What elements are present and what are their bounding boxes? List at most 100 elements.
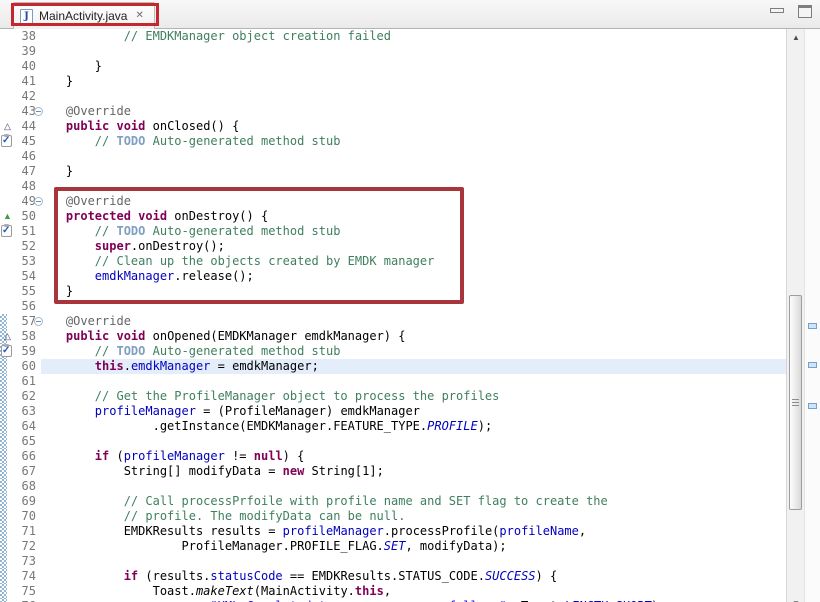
code-line[interactable]: 41 } <box>0 74 786 89</box>
code-line[interactable]: 38 // EMDKManager object creation failed <box>0 29 786 44</box>
occurrence-marker[interactable] <box>808 403 817 409</box>
line-number[interactable]: 43 <box>0 104 36 119</box>
line-number[interactable]: 59 <box>0 344 36 359</box>
code-line[interactable]: 61 <box>0 374 786 389</box>
code-text: profileManager = (ProfileManager) emdkMa… <box>37 404 420 419</box>
code-line[interactable]: 47 } <box>0 164 786 179</box>
line-number[interactable]: 70 <box>0 509 36 524</box>
code-line[interactable]: 74 if (results.statusCode == EMDKResults… <box>0 569 786 584</box>
line-number[interactable]: 41 <box>0 74 36 89</box>
code-text: @Override <box>37 314 131 329</box>
line-number[interactable]: 75 <box>0 584 36 599</box>
code-line[interactable]: △58 public void onOpened(EMDKManager emd… <box>0 329 786 344</box>
code-line[interactable]: 64 .getInstance(EMDKManager.FEATURE_TYPE… <box>0 419 786 434</box>
code-line[interactable]: ▲50 protected void onDestroy() { <box>0 209 786 224</box>
code-line[interactable]: ✓45 // TODO Auto-generated method stub <box>0 134 786 149</box>
overview-ruler[interactable] <box>804 29 820 602</box>
code-line[interactable]: 60 this.emdkManager = emdkManager; <box>0 359 786 374</box>
code-line[interactable]: 49 @Override <box>0 194 786 209</box>
code-line[interactable]: 46 <box>0 149 786 164</box>
line-number[interactable]: 47 <box>0 164 36 179</box>
code-line[interactable]: △44 public void onClosed() { <box>0 119 786 134</box>
code-rows: 38 // EMDKManager object creation failed… <box>0 29 786 602</box>
code-line[interactable]: 43 @Override <box>0 104 786 119</box>
occurrence-marker[interactable] <box>808 323 817 329</box>
line-number[interactable]: 58 <box>0 329 36 344</box>
line-number[interactable]: 57 <box>0 314 36 329</box>
code-line[interactable]: 62 // Get the ProfileManager object to p… <box>0 389 786 404</box>
line-number[interactable]: 60 <box>0 359 36 374</box>
line-number[interactable]: 52 <box>0 239 36 254</box>
code-text: } <box>37 164 73 179</box>
editor-tab-bar: J MainActivity.java ✕ <box>0 0 820 29</box>
scroll-down-button[interactable]: ▼ <box>787 595 805 602</box>
scrollbar-thumb[interactable] <box>789 295 802 510</box>
line-number[interactable]: 48 <box>0 179 36 194</box>
code-line[interactable]: 57 @Override <box>0 314 786 329</box>
line-number[interactable]: 73 <box>0 554 36 569</box>
line-number[interactable]: 69 <box>0 494 36 509</box>
line-number[interactable]: 50 <box>0 209 36 224</box>
code-text: // TODO Auto-generated method stub <box>37 344 340 359</box>
line-number[interactable]: 46 <box>0 149 36 164</box>
line-number[interactable]: 51 <box>0 224 36 239</box>
line-number[interactable]: 65 <box>0 434 36 449</box>
line-number[interactable]: 56 <box>0 299 36 314</box>
code-line[interactable]: 42 <box>0 89 786 104</box>
code-line[interactable]: 66 if (profileManager != null) { <box>0 449 786 464</box>
code-line[interactable]: 39 <box>0 44 786 59</box>
line-number[interactable]: 66 <box>0 449 36 464</box>
line-number[interactable]: 55 <box>0 284 36 299</box>
code-line[interactable]: 63 profileManager = (ProfileManager) emd… <box>0 404 786 419</box>
line-number[interactable]: 54 <box>0 269 36 284</box>
code-line[interactable]: 69 // Call processPrfoile with profile n… <box>0 494 786 509</box>
scroll-up-button[interactable]: ▲ <box>787 29 805 46</box>
code-line[interactable]: 71 EMDKResults results = profileManager.… <box>0 524 786 539</box>
code-line[interactable]: 70 // profile. The modifyData can be nul… <box>0 509 786 524</box>
tab-close-icon[interactable]: ✕ <box>133 10 145 22</box>
line-number[interactable]: 40 <box>0 59 36 74</box>
code-text: this.emdkManager = emdkManager; <box>37 359 319 374</box>
tab-mainactivity-java[interactable]: J MainActivity.java ✕ <box>13 2 155 29</box>
line-number[interactable]: 49 <box>0 194 36 209</box>
line-number[interactable]: 67 <box>0 464 36 479</box>
line-number[interactable]: 74 <box>0 569 36 584</box>
line-number[interactable]: 45 <box>0 134 36 149</box>
minimize-button[interactable] <box>770 8 784 13</box>
code-line[interactable]: 75 Toast.makeText(MainActivity.this, <box>0 584 786 599</box>
code-line[interactable]: 72 ProfileManager.PROFILE_FLAG.SET, modi… <box>0 539 786 554</box>
code-line[interactable]: 67 String[] modifyData = new String[1]; <box>0 464 786 479</box>
line-number[interactable]: 71 <box>0 524 36 539</box>
line-number[interactable]: 61 <box>0 374 36 389</box>
code-line[interactable]: 73 <box>0 554 786 569</box>
line-number[interactable]: 42 <box>0 89 36 104</box>
code-line[interactable]: 65 <box>0 434 786 449</box>
line-number[interactable]: 39 <box>0 44 36 59</box>
code-line[interactable]: 40 } <box>0 59 786 74</box>
occurrence-marker[interactable] <box>808 362 817 368</box>
code-line[interactable]: 52 super.onDestroy(); <box>0 239 786 254</box>
code-line[interactable]: 53 // Clean up the objects created by EM… <box>0 254 786 269</box>
code-editor[interactable]: 38 // EMDKManager object creation failed… <box>0 29 786 602</box>
code-line[interactable]: 54 emdkManager.release(); <box>0 269 786 284</box>
maximize-button[interactable] <box>798 5 812 18</box>
vertical-scrollbar[interactable]: ▲ ▼ <box>786 29 804 602</box>
line-number[interactable]: 68 <box>0 479 36 494</box>
code-line[interactable]: 56 <box>0 299 786 314</box>
code-line[interactable]: ✓51 // TODO Auto-generated method stub <box>0 224 786 239</box>
code-line[interactable]: 55 } <box>0 284 786 299</box>
code-line[interactable]: 48 <box>0 179 786 194</box>
java-file-icon: J <box>20 9 33 24</box>
code-text: .getInstance(EMDKManager.FEATURE_TYPE.PR… <box>37 419 492 434</box>
line-number[interactable]: 53 <box>0 254 36 269</box>
line-number[interactable]: 63 <box>0 404 36 419</box>
code-line[interactable]: 68 <box>0 479 786 494</box>
code-line[interactable]: ✓59 // TODO Auto-generated method stub <box>0 344 786 359</box>
code-text: // TODO Auto-generated method stub <box>37 224 340 239</box>
code-text: } <box>37 74 73 89</box>
line-number[interactable]: 64 <box>0 419 36 434</box>
line-number[interactable]: 44 <box>0 119 36 134</box>
line-number[interactable]: 72 <box>0 539 36 554</box>
line-number[interactable]: 62 <box>0 389 36 404</box>
line-number[interactable]: 38 <box>0 29 36 44</box>
